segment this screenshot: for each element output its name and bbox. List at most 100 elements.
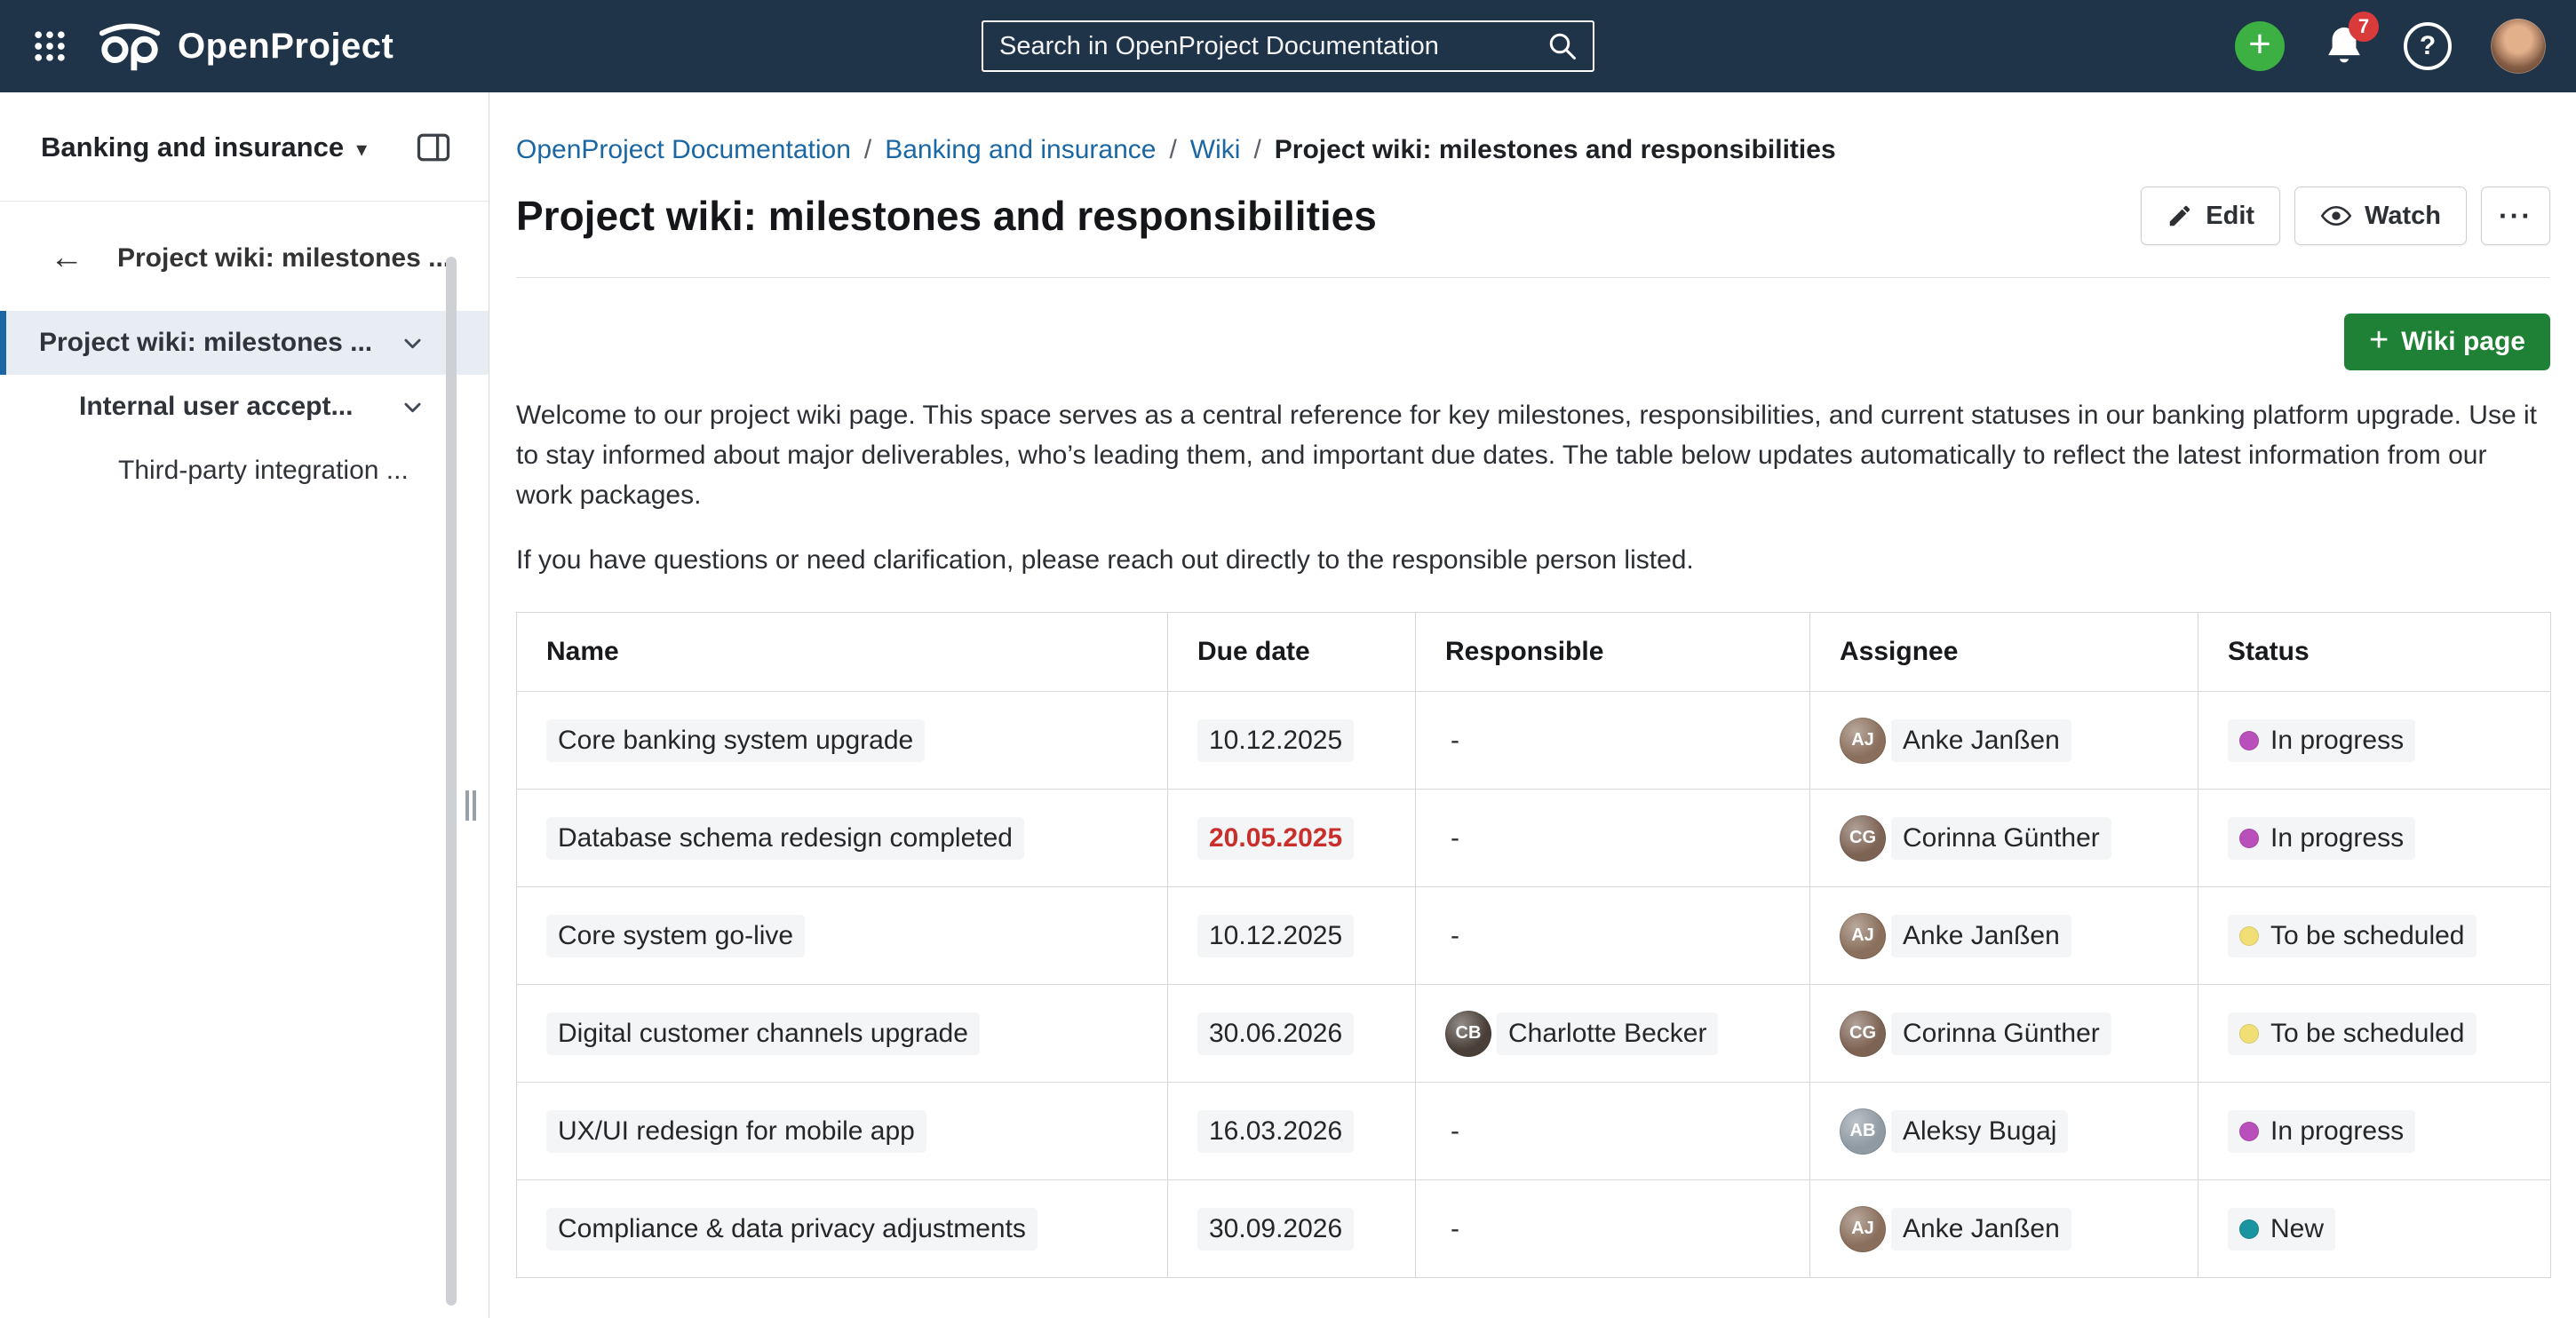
cell-assignee: AJAnke Janßen [1810, 1180, 2198, 1278]
empty-value: - [1445, 726, 1459, 755]
chevron-down-icon[interactable] [401, 395, 425, 419]
cell-due-date: 10.12.2025 [1168, 692, 1416, 790]
cell-assignee: AJAnke Janßen [1810, 887, 2198, 985]
user-name: Anke Janßen [1891, 1208, 2071, 1251]
sidebar-item-wiki-page[interactable]: Project wiki: milestones ... [0, 311, 489, 375]
work-package-name[interactable]: Core banking system upgrade [546, 719, 925, 762]
assignee-user[interactable]: CGCorinna Günther [1840, 1011, 2111, 1057]
cell-assignee: CGCorinna Günther [1810, 790, 2198, 887]
project-selector[interactable]: Banking and insurance ▾ [41, 131, 367, 163]
assignee-user[interactable]: ABAleksy Bugaj [1840, 1108, 2068, 1155]
work-packages-table: NameDue dateResponsibleAssigneeStatus Co… [516, 612, 2551, 1278]
cell-name: Core system go-live [517, 887, 1168, 985]
sidebar-item-wiki-page[interactable]: Internal user accept... [0, 375, 489, 439]
table-body: Core banking system upgrade 10.12.2025 - AJ… [517, 692, 2551, 1278]
assignee-user[interactable]: CGCorinna Günther [1840, 815, 2111, 861]
apps-grid-icon[interactable] [30, 27, 69, 66]
breadcrumb-link[interactable]: OpenProject Documentation [516, 135, 851, 165]
sidebar-item-label: Internal user accept... [79, 392, 353, 422]
notifications-button[interactable]: 7 [2324, 24, 2365, 68]
sidebar-item-wiki-page[interactable]: Third-party integration ... [0, 439, 489, 503]
sidebar-resize-handle[interactable] [465, 790, 476, 821]
column-header-3: Assignee [1810, 613, 2198, 692]
cell-responsible: - [1416, 887, 1810, 985]
user-name: Charlotte Becker [1497, 1012, 1718, 1055]
add-wiki-page-button[interactable]: + Wiki page [2344, 314, 2550, 370]
sidebar-item-label: Third-party integration ... [118, 456, 409, 486]
cell-status: To be scheduled [2198, 887, 2551, 985]
cell-assignee: AJAnke Janßen [1810, 692, 2198, 790]
cell-name: UX/UI redesign for mobile app [517, 1083, 1168, 1180]
due-date: 10.12.2025 [1197, 719, 1354, 762]
wiki-paragraph: If you have questions or need clarificat… [516, 540, 2550, 580]
cell-name: Digital customer channels upgrade [517, 985, 1168, 1083]
cell-status: In progress [2198, 790, 2551, 887]
notification-badge: 7 [2349, 12, 2379, 42]
work-package-name[interactable]: Core system go-live [546, 915, 805, 957]
work-package-name[interactable]: Digital customer channels upgrade [546, 1012, 980, 1055]
empty-value: - [1445, 921, 1459, 950]
chevron-down-icon[interactable] [401, 331, 425, 355]
openproject-logo[interactable]: OpenProject [96, 20, 394, 72]
empty-value: - [1445, 823, 1459, 853]
table-row: Digital customer channels upgrade 30.06.2… [517, 985, 2551, 1083]
column-header-2: Responsible [1416, 613, 1810, 692]
search-icon[interactable] [1546, 30, 1578, 62]
status-badge: New [2228, 1208, 2335, 1251]
global-add-button[interactable]: + [2235, 21, 2285, 71]
wiki-back-link[interactable]: ← Project wiki: milestones ... [0, 202, 489, 284]
work-package-name[interactable]: UX/UI redesign for mobile app [546, 1110, 926, 1153]
cell-name: Compliance & data privacy adjustments [517, 1180, 1168, 1278]
collapse-sidebar-icon[interactable] [414, 128, 453, 167]
user-name: Anke Janßen [1891, 915, 2071, 957]
empty-value: - [1445, 1214, 1459, 1243]
avatar: AJ [1840, 718, 1886, 764]
status-label: To be scheduled [2270, 1019, 2465, 1049]
search-input[interactable] [998, 31, 1546, 62]
title-row: Project wiki: milestones and responsibil… [516, 187, 2550, 245]
assignee-user[interactable]: AJAnke Janßen [1840, 913, 2071, 959]
table-row: Compliance & data privacy adjustments 30.… [517, 1180, 2551, 1278]
assignee-user[interactable]: AJAnke Janßen [1840, 1206, 2071, 1252]
breadcrumb-link[interactable]: Banking and insurance [885, 135, 1156, 165]
status-label: In progress [2270, 726, 2404, 756]
pencil-icon [2167, 202, 2193, 229]
cell-due-date: 20.05.2025 [1168, 790, 1416, 887]
user-avatar[interactable] [2491, 19, 2546, 74]
openproject-logo-text: OpenProject [178, 27, 394, 67]
cell-due-date: 30.06.2026 [1168, 985, 1416, 1083]
work-package-name[interactable]: Compliance & data privacy adjustments [546, 1208, 1038, 1251]
responsible-user[interactable]: CBCharlotte Becker [1445, 1011, 1718, 1057]
due-date: 16.03.2026 [1197, 1110, 1354, 1153]
openproject-logo-icon [96, 20, 163, 72]
cell-name: Database schema redesign completed [517, 790, 1168, 887]
breadcrumb: OpenProject Documentation / Banking and in… [516, 135, 2550, 165]
status-badge: To be scheduled [2228, 915, 2477, 957]
assignee-user[interactable]: AJAnke Janßen [1840, 718, 2071, 764]
cell-status: In progress [2198, 1083, 2551, 1180]
status-label: To be scheduled [2270, 921, 2465, 951]
wiki-actions-row: + Wiki page [516, 314, 2550, 370]
sidebar-scrollbar[interactable] [446, 257, 457, 1306]
status-dot-icon [2239, 926, 2259, 946]
watch-button-label: Watch [2365, 202, 2441, 231]
breadcrumb-separator: / [1169, 135, 1176, 165]
title-actions: Edit Watch ··· [2141, 187, 2550, 245]
breadcrumb-link[interactable]: Wiki [1190, 135, 1241, 165]
global-search [982, 20, 1594, 72]
status-label: In progress [2270, 1116, 2404, 1147]
plus-icon: + [2369, 322, 2389, 362]
more-actions-button[interactable]: ··· [2481, 187, 2550, 245]
cell-due-date: 30.09.2026 [1168, 1180, 1416, 1278]
divider [516, 277, 2550, 278]
status-badge: In progress [2228, 817, 2415, 860]
column-header-1: Due date [1168, 613, 1416, 692]
watch-button[interactable]: Watch [2294, 187, 2467, 245]
breadcrumb-current: Project wiki: milestones and responsibil… [1275, 135, 1836, 165]
work-package-name[interactable]: Database schema redesign completed [546, 817, 1024, 860]
edit-button[interactable]: Edit [2141, 187, 2280, 245]
help-icon: ? [2420, 31, 2436, 61]
help-button[interactable]: ? [2404, 22, 2452, 70]
sidebar: Banking and insurance ▾ ← Project wiki: … [0, 92, 489, 1318]
table-row: UX/UI redesign for mobile app16.03.2026-… [517, 1083, 2551, 1180]
